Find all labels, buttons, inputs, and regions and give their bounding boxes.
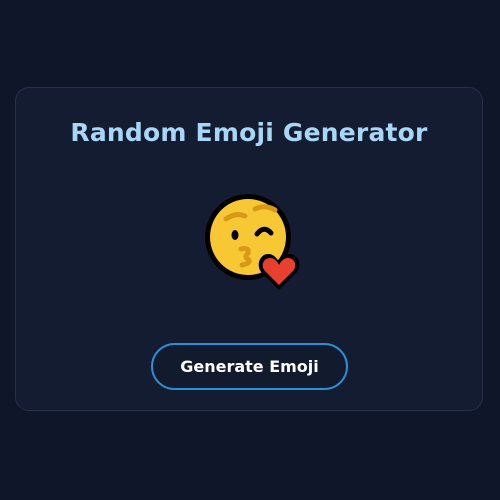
- generate-emoji-button[interactable]: Generate Emoji: [151, 343, 348, 390]
- face-blowing-a-kiss-icon: [191, 183, 311, 303]
- page-title: Random Emoji Generator: [70, 118, 428, 147]
- emoji-generator-card: Random Emoji Generator Generate Emoji: [15, 87, 483, 411]
